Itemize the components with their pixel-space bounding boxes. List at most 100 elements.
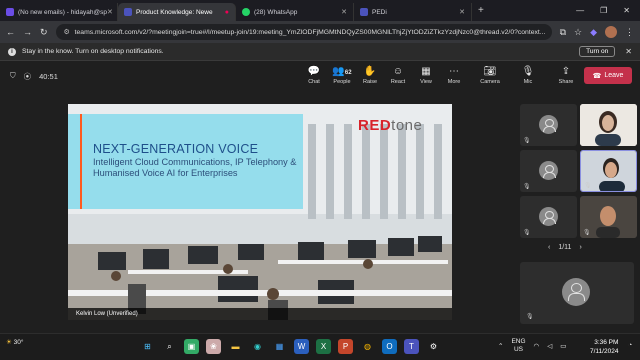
reload-icon[interactable]: ↻ (40, 27, 48, 38)
avatar-icon (539, 207, 558, 226)
tray-overflow-icon[interactable]: ⌃ (498, 342, 503, 350)
notification-bell-icon[interactable]: ◔ (628, 342, 632, 349)
new-tab-button[interactable]: + (478, 5, 484, 16)
back-icon[interactable]: ← (6, 27, 15, 37)
people-icon: 👥62 (332, 65, 351, 79)
weather-widget[interactable]: ☀ 30° (6, 339, 23, 347)
people-glyph: 👥 (332, 66, 345, 77)
share-icon: ⇪ (561, 66, 571, 77)
extension-icon[interactable]: ◆ (590, 27, 597, 38)
browser-toolbar: ← → ↻ ⚙ teams.microsoft.com/v2/?meetingjo… (0, 21, 640, 43)
menu-icon[interactable]: ⋮ (625, 27, 634, 38)
volume-icon[interactable]: ◁ (547, 342, 552, 350)
mic-button[interactable]: 🎙︎ Mic (514, 65, 542, 85)
system-tray: ⌃ ENG US ◠ ◁ ▭ (498, 338, 566, 354)
settings-icon[interactable]: ⚙ (426, 339, 441, 354)
forward-icon[interactable]: → (23, 27, 32, 37)
leave-label: Leave (604, 72, 624, 79)
close-banner-icon[interactable]: ✕ (625, 47, 632, 56)
people-label: People (333, 79, 351, 85)
app-icon[interactable]: ❀ (206, 339, 221, 354)
meeting-controls: 💬 Chat 👥62 People ✋ Raise ☺ React ▦ View ⋯ Mor… (300, 65, 468, 85)
word-icon[interactable]: W (294, 339, 309, 354)
av-controls: 📷︎ Camera 🎙︎ Mic ⇪ Share (476, 65, 580, 85)
wifi-icon[interactable]: ◠ (534, 342, 540, 350)
react-button[interactable]: ☺ React (384, 65, 412, 85)
more-icon: ⋯ (449, 66, 459, 77)
shared-screen: NEXT-GENERATION VOICE Intelligent Cloud … (68, 104, 452, 320)
profile-icon[interactable] (605, 26, 617, 38)
mic-off-icon: 🎙︎ (523, 138, 531, 144)
excel-icon[interactable]: X (316, 339, 331, 354)
close-tab-icon[interactable]: ✕ (459, 8, 465, 16)
participant-tile[interactable]: 🎙︎ (520, 104, 577, 146)
install-app-icon[interactable]: ⧉ (560, 27, 566, 38)
browser-tab-whatsapp[interactable]: (28) WhatsApp ✕ (236, 3, 354, 21)
participant-tile[interactable]: 🎙︎ (520, 196, 577, 238)
bookmark-icon[interactable]: ☆ (574, 27, 582, 38)
outlook-icon[interactable]: O (382, 339, 397, 354)
participant-video-tile[interactable]: 🎙︎ (580, 150, 637, 192)
maximize-icon[interactable]: ❐ (600, 6, 607, 15)
notification-text: Stay in the know. Turn on desktop notifi… (22, 48, 164, 55)
weather-icon: ☀ (6, 339, 12, 346)
close-tab-icon[interactable]: ✕ (107, 8, 113, 16)
search-icon[interactable]: ⌕ (162, 339, 177, 354)
participant-tile[interactable]: 🎙︎ (520, 150, 577, 192)
gallery-pager: ‹ 1/11 › (548, 244, 582, 251)
page-indicator: 1/11 (558, 244, 572, 251)
site-info-icon[interactable]: ⚙ (64, 28, 70, 36)
share-button[interactable]: ⇪ Share (552, 65, 580, 85)
participant-video-tile[interactable]: 🎙︎ (580, 196, 637, 238)
chrome-icon[interactable]: ◍ (360, 339, 375, 354)
widgets-icon[interactable]: ▣ (184, 339, 199, 354)
raise-hand-button[interactable]: ✋ Raise (356, 65, 384, 85)
mic-off-icon: 🎙︎ (583, 230, 591, 236)
camera-button[interactable]: 📷︎ Camera (476, 65, 504, 85)
people-button[interactable]: 👥62 People (328, 65, 356, 85)
meeting-control-bar: ⛉ ⦿ 40:51 💬 Chat 👥62 People ✋ Raise ☺ React … (0, 61, 640, 91)
notification-banner: i Stay in the know. Turn on desktop noti… (0, 43, 640, 61)
camera-off-icon: 📷︎ (483, 66, 497, 77)
temperature: 30° (13, 339, 24, 346)
close-tab-icon[interactable]: ● (225, 9, 229, 16)
clock[interactable]: 3:36 PM 7/11/2024 (590, 338, 618, 356)
presenter-caption: Kelvin Low (Unverified) (68, 308, 452, 320)
participant-video-tile[interactable] (580, 104, 637, 146)
language-indicator[interactable]: ENG US (511, 338, 525, 354)
minimize-icon[interactable]: — (576, 6, 584, 15)
avatar-icon (562, 278, 590, 306)
taskbar: ☀ 30° ⊞ ⌕ ▣ ❀ ▬ ◉ ▦ W X P ◍ O T ⚙ ⌃ ENG U… (0, 333, 640, 360)
slide-headline: NEXT-GENERATION VOICE (93, 142, 259, 156)
window-controls: — ❐ ✕ (576, 6, 640, 15)
more-button[interactable]: ⋯ More (440, 65, 468, 85)
turn-on-notifications-button[interactable]: Turn on (579, 46, 616, 57)
close-tab-icon[interactable]: ✕ (341, 8, 347, 16)
teams-icon[interactable]: T (404, 339, 419, 354)
browser-tab-teams[interactable]: Product Knowledge: Newe ● (118, 3, 236, 21)
battery-icon[interactable]: ▭ (560, 342, 566, 350)
browser-tab-pedi[interactable]: PEDi ✕ (354, 3, 472, 21)
address-bar[interactable]: ⚙ teams.microsoft.com/v2/?meetingjoin=tru… (55, 24, 552, 40)
close-window-icon[interactable]: ✕ (623, 6, 630, 15)
logo-gray: tone (391, 117, 423, 134)
store-icon[interactable]: ▦ (272, 339, 287, 354)
tab-label: Product Knowledge: Newe (136, 8, 213, 16)
prev-page-icon[interactable]: ‹ (548, 244, 550, 251)
chat-button[interactable]: 💬 Chat (300, 65, 328, 85)
chat-icon: 💬 (307, 66, 321, 77)
tab-label: PEDi (372, 8, 387, 16)
participant-tile-large[interactable]: 🎙︎ (520, 262, 634, 324)
file-explorer-icon[interactable]: ▬ (228, 339, 243, 354)
edge-icon[interactable]: ◉ (250, 339, 265, 354)
tab-label: (28) WhatsApp (254, 8, 298, 16)
teams-favicon-icon (360, 8, 368, 16)
view-button[interactable]: ▦ View (412, 65, 440, 85)
powerpoint-icon[interactable]: P (338, 339, 353, 354)
start-icon[interactable]: ⊞ (140, 339, 155, 354)
accent-line (80, 114, 82, 209)
leave-button[interactable]: ☎ Leave (584, 67, 632, 84)
raise-hand-icon: ✋ (363, 66, 377, 77)
browser-tab-email[interactable]: (No new emails) - hidayah@sp ✕ (0, 3, 118, 21)
next-page-icon[interactable]: › (579, 244, 581, 251)
